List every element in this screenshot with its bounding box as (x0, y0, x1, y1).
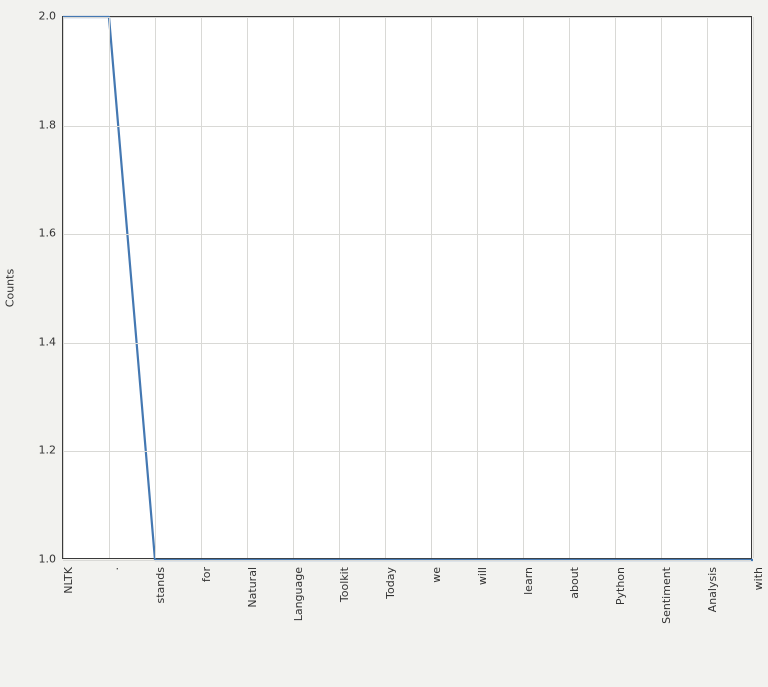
x-tick-label: Toolkit (338, 567, 351, 687)
y-tick-label: 1.6 (32, 227, 56, 240)
gridline-vertical (385, 17, 386, 558)
gridline-vertical (615, 17, 616, 558)
gridline-vertical (477, 17, 478, 558)
x-tick-label: learn (522, 567, 535, 687)
gridline-vertical (63, 17, 64, 558)
gridline-vertical (339, 17, 340, 558)
x-tick-label: NLTK (62, 567, 75, 687)
y-tick-label: 2.0 (32, 10, 56, 23)
x-tick-label: about (568, 567, 581, 687)
gridline-vertical (201, 17, 202, 558)
y-tick-label: 1.0 (32, 553, 56, 566)
x-tick-label: Python (614, 567, 627, 687)
gridline-horizontal (63, 126, 751, 127)
x-tick-label: for (200, 567, 213, 687)
gridline-vertical (155, 17, 156, 558)
x-tick-label: Language (292, 567, 305, 687)
figure: Counts NLTK.standsforNaturalLanguageTool… (0, 0, 768, 637)
gridline-vertical (523, 17, 524, 558)
y-tick-label: 1.8 (32, 118, 56, 131)
gridline-horizontal (63, 17, 751, 18)
x-tick-label: Analysis (706, 567, 719, 687)
gridline-vertical (293, 17, 294, 558)
gridline-vertical (569, 17, 570, 558)
gridline-vertical (753, 17, 754, 558)
gridline-horizontal (63, 451, 751, 452)
gridline-horizontal (63, 343, 751, 344)
gridline-vertical (247, 17, 248, 558)
x-tick-label: . (108, 567, 121, 687)
x-tick-label: with (752, 567, 765, 687)
x-tick-label: Sentiment (660, 567, 673, 687)
x-tick-label: Today (384, 567, 397, 687)
gridline-vertical (431, 17, 432, 558)
gridline-horizontal (63, 560, 751, 561)
gridline-horizontal (63, 234, 751, 235)
plot-area (62, 16, 752, 559)
y-axis-label: Counts (4, 268, 17, 306)
x-tick-label: will (476, 567, 489, 687)
y-tick-label: 1.4 (32, 335, 56, 348)
gridline-vertical (707, 17, 708, 558)
gridline-vertical (661, 17, 662, 558)
x-tick-label: Natural (246, 567, 259, 687)
x-tick-label: stands (154, 567, 167, 687)
y-tick-label: 1.2 (32, 444, 56, 457)
line-series (63, 17, 753, 560)
x-tick-label: we (430, 567, 443, 687)
gridline-vertical (109, 17, 110, 558)
